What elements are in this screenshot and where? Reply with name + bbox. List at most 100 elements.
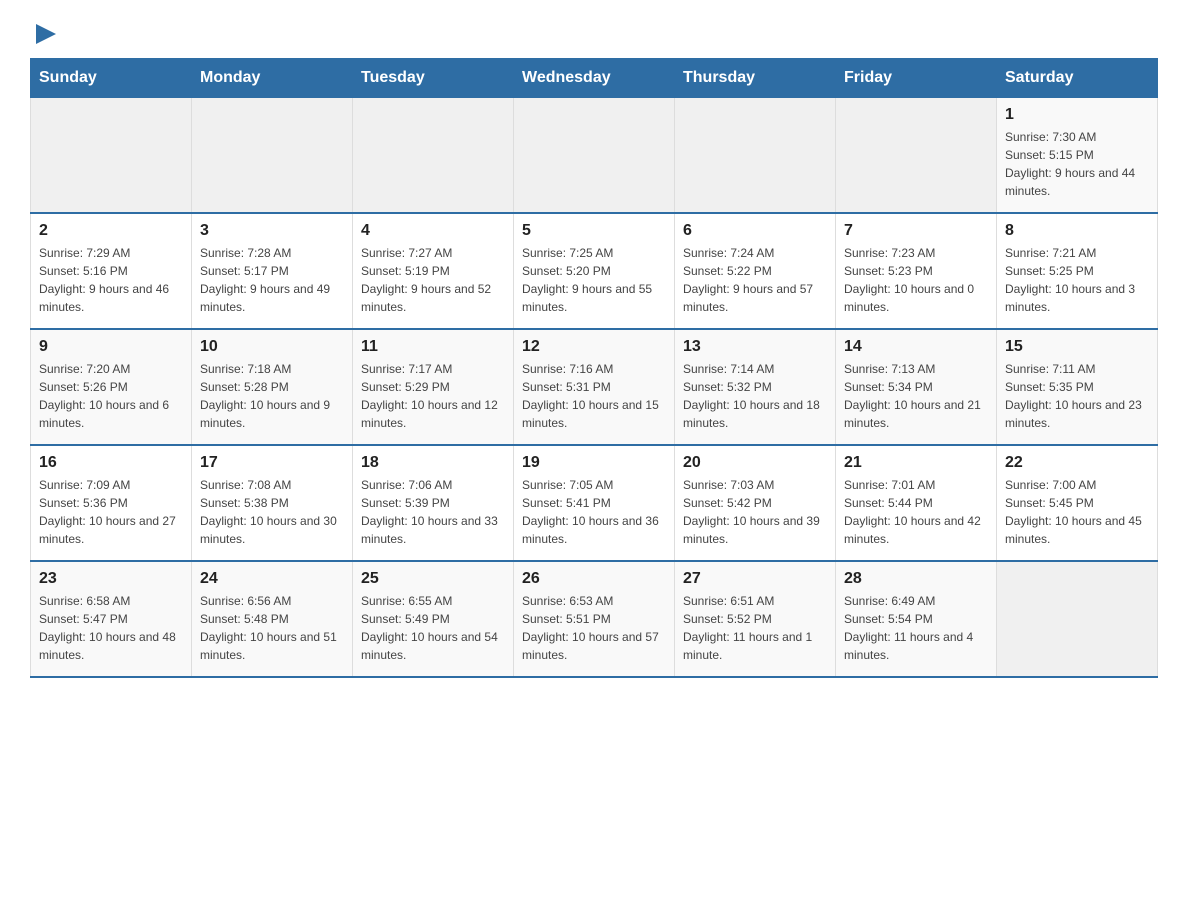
- day-info: Sunrise: 7:16 AMSunset: 5:31 PMDaylight:…: [522, 360, 666, 432]
- day-info: Sunrise: 7:00 AMSunset: 5:45 PMDaylight:…: [1005, 476, 1149, 548]
- day-number: 13: [683, 338, 827, 356]
- day-info: Sunrise: 7:17 AMSunset: 5:29 PMDaylight:…: [361, 360, 505, 432]
- calendar-cell: 5 Sunrise: 7:25 AMSunset: 5:20 PMDaylight…: [514, 213, 675, 329]
- calendar-cell: 24Sunrise: 6:56 AMSunset: 5:48 PMDayligh…: [192, 561, 353, 677]
- logo-icon: [32, 20, 60, 48]
- calendar-cell: 7 Sunrise: 7:23 AMSunset: 5:23 PMDaylight…: [836, 213, 997, 329]
- calendar-cell: 1Sunrise: 7:30 AMSunset: 5:15 PMDaylight…: [997, 98, 1158, 214]
- day-info: Sunrise: 7:27 AMSunset: 5:19 PMDaylight:…: [361, 244, 505, 316]
- calendar-cell: 21 Sunrise: 7:01 AMSunset: 5:44 PMDayligh…: [836, 445, 997, 561]
- day-number: 15: [1005, 338, 1149, 356]
- day-info: Sunrise: 7:06 AMSunset: 5:39 PMDaylight:…: [361, 476, 505, 548]
- logo: [30, 20, 60, 48]
- day-number: 7: [844, 222, 988, 240]
- calendar-cell: 2Sunrise: 7:29 AMSunset: 5:16 PMDaylight…: [31, 213, 192, 329]
- day-info: Sunrise: 7:11 AMSunset: 5:35 PMDaylight:…: [1005, 360, 1149, 432]
- column-header-sunday: Sunday: [31, 59, 192, 98]
- day-number: 12: [522, 338, 666, 356]
- day-info: Sunrise: 7:14 AMSunset: 5:32 PMDaylight:…: [683, 360, 827, 432]
- calendar-cell: [675, 98, 836, 214]
- calendar-cell: [353, 98, 514, 214]
- column-header-saturday: Saturday: [997, 59, 1158, 98]
- calendar-cell: 10 Sunrise: 7:18 AMSunset: 5:28 PMDayligh…: [192, 329, 353, 445]
- day-info: Sunrise: 6:53 AMSunset: 5:51 PMDaylight:…: [522, 592, 666, 664]
- calendar-cell: 18 Sunrise: 7:06 AMSunset: 5:39 PMDayligh…: [353, 445, 514, 561]
- page-header: [30, 20, 1158, 48]
- day-number: 4: [361, 222, 505, 240]
- week-row-5: 23 Sunrise: 6:58 AMSunset: 5:47 PMDayligh…: [31, 561, 1158, 677]
- week-row-2: 2Sunrise: 7:29 AMSunset: 5:16 PMDaylight…: [31, 213, 1158, 329]
- day-info: Sunrise: 7:05 AMSunset: 5:41 PMDaylight:…: [522, 476, 666, 548]
- column-header-monday: Monday: [192, 59, 353, 98]
- day-number: 2: [39, 222, 183, 240]
- calendar-cell: 16 Sunrise: 7:09 AMSunset: 5:36 PMDayligh…: [31, 445, 192, 561]
- day-number: 19: [522, 454, 666, 472]
- calendar-body: 1Sunrise: 7:30 AMSunset: 5:15 PMDaylight…: [31, 98, 1158, 678]
- calendar-cell: 28Sunrise: 6:49 AMSunset: 5:54 PMDayligh…: [836, 561, 997, 677]
- calendar-cell: 26 Sunrise: 6:53 AMSunset: 5:51 PMDayligh…: [514, 561, 675, 677]
- calendar-cell: 9Sunrise: 7:20 AMSunset: 5:26 PMDaylight…: [31, 329, 192, 445]
- calendar-header: SundayMondayTuesdayWednesdayThursdayFrid…: [31, 59, 1158, 98]
- day-number: 18: [361, 454, 505, 472]
- column-header-thursday: Thursday: [675, 59, 836, 98]
- day-number: 26: [522, 570, 666, 588]
- calendar-cell: 3 Sunrise: 7:28 AMSunset: 5:17 PMDaylight…: [192, 213, 353, 329]
- day-info: Sunrise: 7:03 AMSunset: 5:42 PMDaylight:…: [683, 476, 827, 548]
- day-number: 11: [361, 338, 505, 356]
- day-info: Sunrise: 7:28 AMSunset: 5:17 PMDaylight:…: [200, 244, 344, 316]
- day-info: Sunrise: 7:21 AMSunset: 5:25 PMDaylight:…: [1005, 244, 1149, 316]
- day-info: Sunrise: 7:01 AMSunset: 5:44 PMDaylight:…: [844, 476, 988, 548]
- column-header-wednesday: Wednesday: [514, 59, 675, 98]
- calendar-cell: 13 Sunrise: 7:14 AMSunset: 5:32 PMDayligh…: [675, 329, 836, 445]
- calendar-cell: 19 Sunrise: 7:05 AMSunset: 5:41 PMDayligh…: [514, 445, 675, 561]
- column-header-tuesday: Tuesday: [353, 59, 514, 98]
- calendar-cell: [31, 98, 192, 214]
- day-number: 17: [200, 454, 344, 472]
- day-number: 6: [683, 222, 827, 240]
- day-number: 22: [1005, 454, 1149, 472]
- day-number: 14: [844, 338, 988, 356]
- day-info: Sunrise: 7:24 AMSunset: 5:22 PMDaylight:…: [683, 244, 827, 316]
- calendar-cell: 22 Sunrise: 7:00 AMSunset: 5:45 PMDayligh…: [997, 445, 1158, 561]
- day-info: Sunrise: 6:49 AMSunset: 5:54 PMDaylight:…: [844, 592, 988, 664]
- week-row-4: 16 Sunrise: 7:09 AMSunset: 5:36 PMDayligh…: [31, 445, 1158, 561]
- day-info: Sunrise: 6:51 AMSunset: 5:52 PMDaylight:…: [683, 592, 827, 664]
- day-number: 27: [683, 570, 827, 588]
- day-info: Sunrise: 7:25 AMSunset: 5:20 PMDaylight:…: [522, 244, 666, 316]
- calendar-table: SundayMondayTuesdayWednesdayThursdayFrid…: [30, 58, 1158, 678]
- calendar-cell: [514, 98, 675, 214]
- day-number: 25: [361, 570, 505, 588]
- day-number: 21: [844, 454, 988, 472]
- calendar-cell: 8 Sunrise: 7:21 AMSunset: 5:25 PMDaylight…: [997, 213, 1158, 329]
- week-row-1: 1Sunrise: 7:30 AMSunset: 5:15 PMDaylight…: [31, 98, 1158, 214]
- week-row-3: 9Sunrise: 7:20 AMSunset: 5:26 PMDaylight…: [31, 329, 1158, 445]
- day-number: 8: [1005, 222, 1149, 240]
- day-number: 16: [39, 454, 183, 472]
- calendar-cell: [836, 98, 997, 214]
- day-info: Sunrise: 7:18 AMSunset: 5:28 PMDaylight:…: [200, 360, 344, 432]
- calendar-cell: 27 Sunrise: 6:51 AMSunset: 5:52 PMDayligh…: [675, 561, 836, 677]
- day-info: Sunrise: 7:23 AMSunset: 5:23 PMDaylight:…: [844, 244, 988, 316]
- day-info: Sunrise: 6:58 AMSunset: 5:47 PMDaylight:…: [39, 592, 183, 664]
- day-number: 1: [1005, 106, 1149, 124]
- day-number: 20: [683, 454, 827, 472]
- day-header-row: SundayMondayTuesdayWednesdayThursdayFrid…: [31, 59, 1158, 98]
- calendar-cell: 15 Sunrise: 7:11 AMSunset: 5:35 PMDayligh…: [997, 329, 1158, 445]
- day-info: Sunrise: 6:55 AMSunset: 5:49 PMDaylight:…: [361, 592, 505, 664]
- day-number: 3: [200, 222, 344, 240]
- calendar-cell: 25 Sunrise: 6:55 AMSunset: 5:49 PMDayligh…: [353, 561, 514, 677]
- calendar-cell: 20 Sunrise: 7:03 AMSunset: 5:42 PMDayligh…: [675, 445, 836, 561]
- calendar-cell: 11 Sunrise: 7:17 AMSunset: 5:29 PMDayligh…: [353, 329, 514, 445]
- day-number: 24: [200, 570, 344, 588]
- calendar-cell: 14Sunrise: 7:13 AMSunset: 5:34 PMDayligh…: [836, 329, 997, 445]
- day-number: 5: [522, 222, 666, 240]
- day-number: 23: [39, 570, 183, 588]
- day-info: Sunrise: 7:09 AMSunset: 5:36 PMDaylight:…: [39, 476, 183, 548]
- day-info: Sunrise: 7:20 AMSunset: 5:26 PMDaylight:…: [39, 360, 183, 432]
- day-number: 10: [200, 338, 344, 356]
- calendar-cell: 12 Sunrise: 7:16 AMSunset: 5:31 PMDayligh…: [514, 329, 675, 445]
- column-header-friday: Friday: [836, 59, 997, 98]
- calendar-cell: 23 Sunrise: 6:58 AMSunset: 5:47 PMDayligh…: [31, 561, 192, 677]
- calendar-cell: 17Sunrise: 7:08 AMSunset: 5:38 PMDayligh…: [192, 445, 353, 561]
- calendar-cell: 4 Sunrise: 7:27 AMSunset: 5:19 PMDaylight…: [353, 213, 514, 329]
